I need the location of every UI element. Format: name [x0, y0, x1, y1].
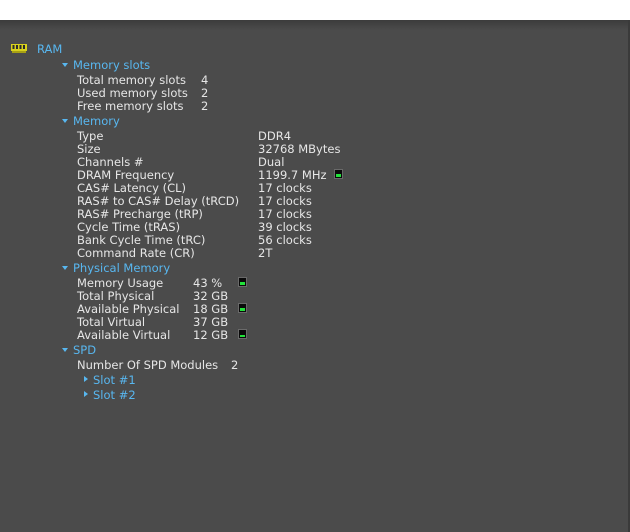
memory-type-label: Type: [77, 129, 104, 143]
memory-type-value: DDR4: [258, 129, 292, 143]
dram-frequency-value: 1199.7 MHz: [258, 168, 327, 182]
dram-frequency-meter-icon: [334, 169, 343, 179]
available-physical-label: Available Physical: [77, 302, 180, 316]
available-physical-meter-icon: [238, 303, 247, 313]
available-virtual-label: Available Virtual: [77, 328, 171, 342]
total-virtual-label: Total Virtual: [77, 315, 146, 329]
memory-size-value: 32768 MBytes: [258, 142, 341, 156]
total-physical-label: Total Physical: [77, 289, 155, 303]
section-physical-memory[interactable]: Physical Memory: [73, 261, 170, 275]
free-memory-slots-label: Free memory slots: [77, 99, 184, 113]
total-virtual-value: 37 GB: [193, 315, 229, 329]
used-memory-slots-value: 2: [201, 86, 209, 100]
title-bar-shadow: [0, 20, 630, 30]
spd-modules-label: Number Of SPD Modules: [77, 358, 219, 372]
section-memory[interactable]: Memory: [73, 114, 120, 128]
section-memory-slots[interactable]: Memory slots: [73, 58, 150, 72]
tree-item-slot-1[interactable]: Slot #1: [93, 373, 136, 387]
total-physical-value: 32 GB: [193, 289, 229, 303]
memory-usage-meter-icon: [238, 277, 247, 287]
tree-root-ram[interactable]: RAM: [37, 42, 62, 56]
trcd-label: RAS# to CAS# Delay (tRCD): [77, 194, 240, 208]
command-rate-label: Command Rate (CR): [77, 246, 195, 260]
free-memory-slots-value: 2: [201, 99, 209, 113]
channels-value: Dual: [258, 155, 285, 169]
available-physical-value: 18 GB: [193, 302, 229, 316]
memory-size-label: Size: [77, 142, 101, 156]
channels-label: Channels #: [77, 155, 144, 169]
available-virtual-meter-icon: [238, 329, 247, 339]
ram-module-icon: [11, 44, 27, 53]
trcd-value: 17 clocks: [258, 194, 312, 208]
trp-value: 17 clocks: [258, 207, 312, 221]
collapse-physical-memory-icon[interactable]: [62, 266, 68, 270]
memory-usage-value: 43 %: [193, 276, 223, 290]
tree-item-slot-2[interactable]: Slot #2: [93, 388, 136, 402]
expand-slot-1-icon[interactable]: [84, 376, 88, 382]
collapse-memory-slots-icon[interactable]: [62, 63, 68, 67]
section-spd[interactable]: SPD: [73, 343, 96, 357]
memory-usage-label: Memory Usage: [77, 276, 164, 290]
trc-value: 56 clocks: [258, 233, 312, 247]
tras-label: Cycle Time (tRAS): [77, 220, 181, 234]
title-bar: [0, 0, 630, 20]
collapse-memory-icon[interactable]: [62, 119, 68, 123]
available-virtual-value: 12 GB: [193, 328, 229, 342]
command-rate-value: 2T: [258, 246, 273, 260]
trc-label: Bank Cycle Time (tRC): [77, 233, 206, 247]
expand-slot-2-icon[interactable]: [84, 391, 88, 397]
dram-frequency-label: DRAM Frequency: [77, 168, 175, 182]
cas-latency-label: CAS# Latency (CL): [77, 181, 187, 195]
collapse-spd-icon[interactable]: [62, 348, 68, 352]
tras-value: 39 clocks: [258, 220, 312, 234]
cas-latency-value: 17 clocks: [258, 181, 312, 195]
used-memory-slots-label: Used memory slots: [77, 86, 188, 100]
spd-modules-value: 2: [231, 358, 239, 372]
total-memory-slots-label: Total memory slots: [77, 73, 186, 87]
total-memory-slots-value: 4: [201, 73, 209, 87]
trp-label: RAS# Precharge (tRP): [77, 207, 203, 221]
